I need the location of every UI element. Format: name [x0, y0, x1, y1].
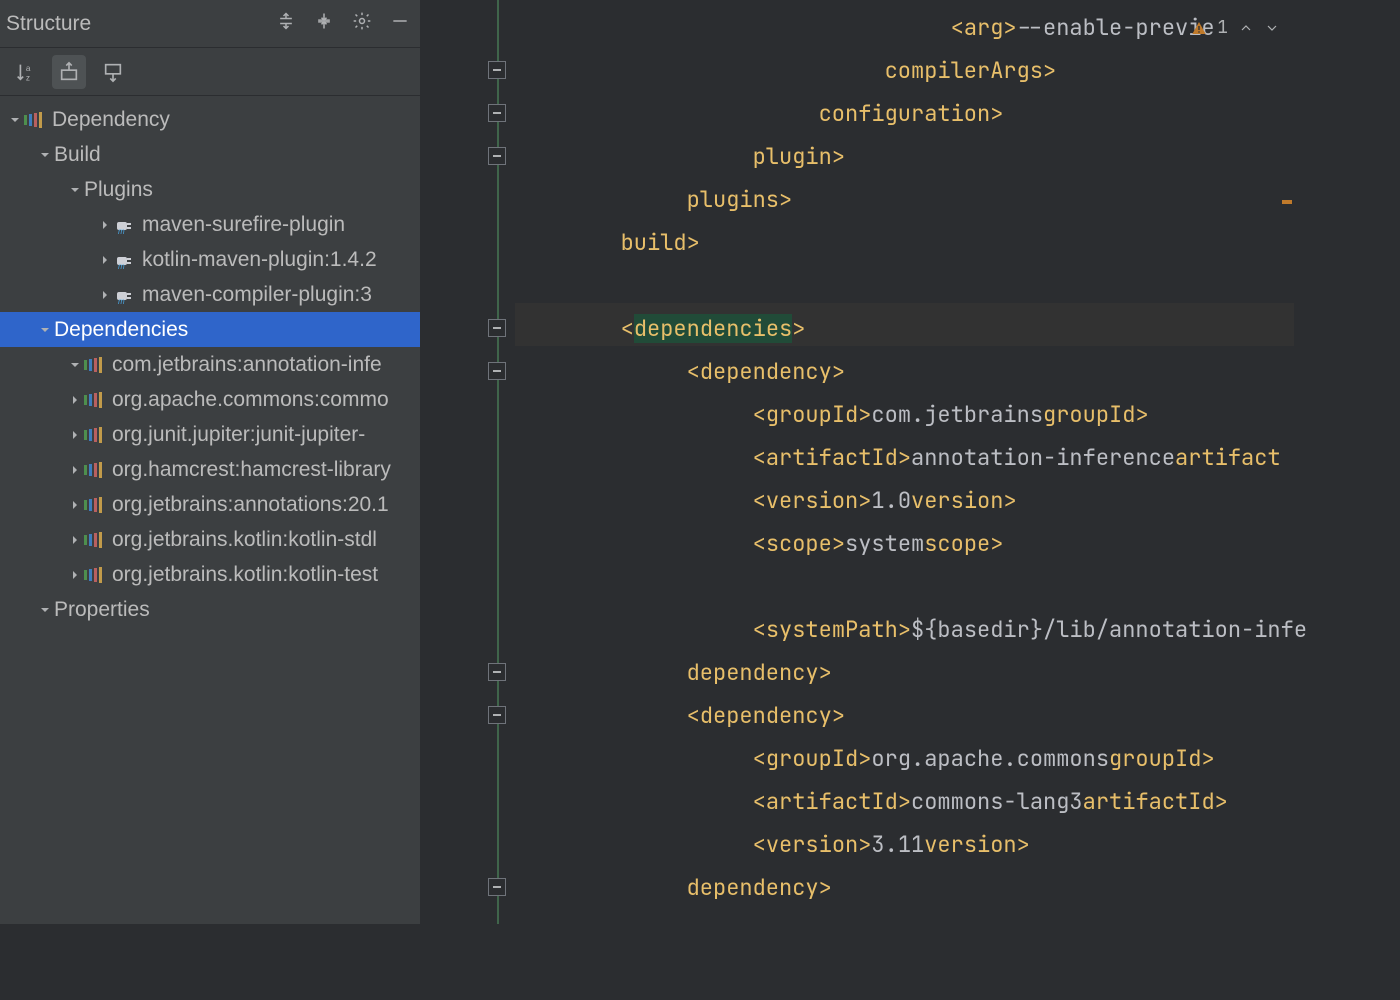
tree-plugin-1[interactable]: m kotlin-maven-plugin:1.4.2 — [0, 242, 420, 277]
dependency-icon — [84, 389, 106, 411]
maven-plugin-icon: m — [114, 284, 136, 306]
maven-plugin-icon: m — [114, 214, 136, 236]
svg-text:m: m — [118, 227, 125, 236]
chevron-right-icon[interactable] — [66, 394, 84, 406]
tree-root-dependency[interactable]: Dependency — [0, 102, 420, 137]
fold-toggle-icon[interactable] — [488, 319, 506, 337]
warning-count: 1 — [1217, 6, 1228, 49]
tree-node-label: maven-surefire-plugin — [142, 213, 345, 237]
tree-dependencies[interactable]: Dependencies — [0, 312, 420, 347]
dependency-icon — [84, 564, 106, 586]
chevron-down-icon[interactable] — [66, 184, 84, 196]
tree-node-label: com.jetbrains:annotation-infe — [112, 353, 382, 377]
autoscroll-from-source-icon[interactable] — [96, 55, 130, 89]
fold-toggle-icon[interactable] — [488, 147, 506, 165]
structure-panel: Structure az Dependency Build Plugins m mave… — [0, 0, 420, 924]
tree-node-label: org.apache.commons:commo — [112, 388, 389, 412]
chevron-right-icon[interactable] — [66, 464, 84, 476]
sort-alpha-icon[interactable]: az — [8, 55, 42, 89]
expand-all-icon[interactable] — [276, 11, 296, 37]
fold-toggle-icon[interactable] — [488, 104, 506, 122]
fold-toggle-icon[interactable] — [488, 878, 506, 896]
tree-node-label: org.jetbrains.kotlin:kotlin-test — [112, 563, 378, 587]
chevron-down-icon[interactable] — [66, 359, 84, 371]
chevron-right-icon[interactable] — [96, 219, 114, 231]
chevron-right-icon[interactable] — [66, 569, 84, 581]
svg-text:m: m — [118, 297, 125, 306]
chevron-right-icon[interactable] — [96, 289, 114, 301]
tree-node-label: Dependencies — [54, 318, 188, 342]
tree-dep-6[interactable]: org.jetbrains.kotlin:kotlin-test — [0, 557, 420, 592]
fold-toggle-icon[interactable] — [488, 61, 506, 79]
dependency-icon — [84, 459, 106, 481]
warning-icon — [1191, 20, 1207, 36]
chevron-down-icon[interactable] — [36, 324, 54, 336]
settings-gear-icon[interactable] — [352, 11, 372, 37]
tree-node-label: org.jetbrains.kotlin:kotlin-stdl — [112, 528, 377, 552]
next-highlight-icon[interactable] — [1264, 20, 1280, 36]
tree-node-label: kotlin-maven-plugin:1.4.2 — [142, 248, 377, 272]
tree-node-label: org.jetbrains:annotations:20.1 — [112, 493, 389, 517]
dependency-icon — [84, 354, 106, 376]
dependency-icon — [84, 529, 106, 551]
fold-toggle-icon[interactable] — [488, 362, 506, 380]
tree-node-label: Build — [54, 143, 101, 167]
editor-inspection-widget[interactable]: 1 — [1191, 6, 1280, 49]
prev-highlight-icon[interactable] — [1238, 20, 1254, 36]
dependency-icon — [24, 109, 46, 131]
tree-dep-4[interactable]: org.jetbrains:annotations:20.1 — [0, 487, 420, 522]
chevron-down-icon[interactable] — [36, 149, 54, 161]
dependency-icon — [84, 494, 106, 516]
tree-node-label: Properties — [54, 598, 150, 622]
tree-properties[interactable]: Properties — [0, 592, 420, 627]
tree-dep-1[interactable]: org.apache.commons:commo — [0, 382, 420, 417]
fold-toggle-icon[interactable] — [488, 663, 506, 681]
chevron-right-icon[interactable] — [66, 429, 84, 441]
editor-gutter — [420, 0, 492, 924]
fold-toggle-icon[interactable] — [488, 706, 506, 724]
chevron-down-icon[interactable] — [36, 604, 54, 616]
dependency-icon — [84, 424, 106, 446]
tree-node-label: org.junit.jupiter:junit-jupiter- — [112, 423, 365, 447]
structure-tree: Dependency Build Plugins m maven-surefire-pl… — [0, 96, 420, 924]
tree-dep-3[interactable]: org.hamcrest:hamcrest-library — [0, 452, 420, 487]
svg-text:m: m — [118, 262, 125, 271]
tree-dep-2[interactable]: org.junit.jupiter:junit-jupiter- — [0, 417, 420, 452]
tree-node-label: Dependency — [52, 108, 170, 132]
fold-guide-line — [497, 0, 499, 924]
tree-plugins[interactable]: Plugins — [0, 172, 420, 207]
structure-toolbar: az — [0, 48, 420, 96]
minimize-icon[interactable] — [390, 11, 410, 37]
tree-dep-5[interactable]: org.jetbrains.kotlin:kotlin-stdl — [0, 522, 420, 557]
autoscroll-to-source-icon[interactable] — [52, 55, 86, 89]
tree-plugin-2[interactable]: m maven-compiler-plugin:3 — [0, 277, 420, 312]
chevron-down-icon[interactable] — [6, 114, 24, 126]
tree-build[interactable]: Build — [0, 137, 420, 172]
tree-node-label: maven-compiler-plugin:3 — [142, 283, 372, 307]
tree-node-label: org.hamcrest:hamcrest-library — [112, 458, 391, 482]
tree-plugin-0[interactable]: m maven-surefire-plugin — [0, 207, 420, 242]
maven-plugin-icon: m — [114, 249, 136, 271]
svg-text:z: z — [26, 73, 30, 82]
structure-title: Structure — [6, 12, 91, 36]
structure-header: Structure — [0, 0, 420, 48]
chevron-right-icon[interactable] — [66, 534, 84, 546]
error-stripe-mark[interactable] — [1282, 200, 1292, 204]
chevron-right-icon[interactable] — [96, 254, 114, 266]
tree-dep-0[interactable]: com.jetbrains:annotation-infe — [0, 347, 420, 382]
chevron-right-icon[interactable] — [66, 499, 84, 511]
collapse-all-icon[interactable] — [314, 11, 334, 37]
svg-text:a: a — [26, 64, 31, 73]
tree-node-label: Plugins — [84, 178, 153, 202]
code-editor[interactable]: <arg>--enable-previe compilerArgs> confi… — [420, 0, 1294, 924]
